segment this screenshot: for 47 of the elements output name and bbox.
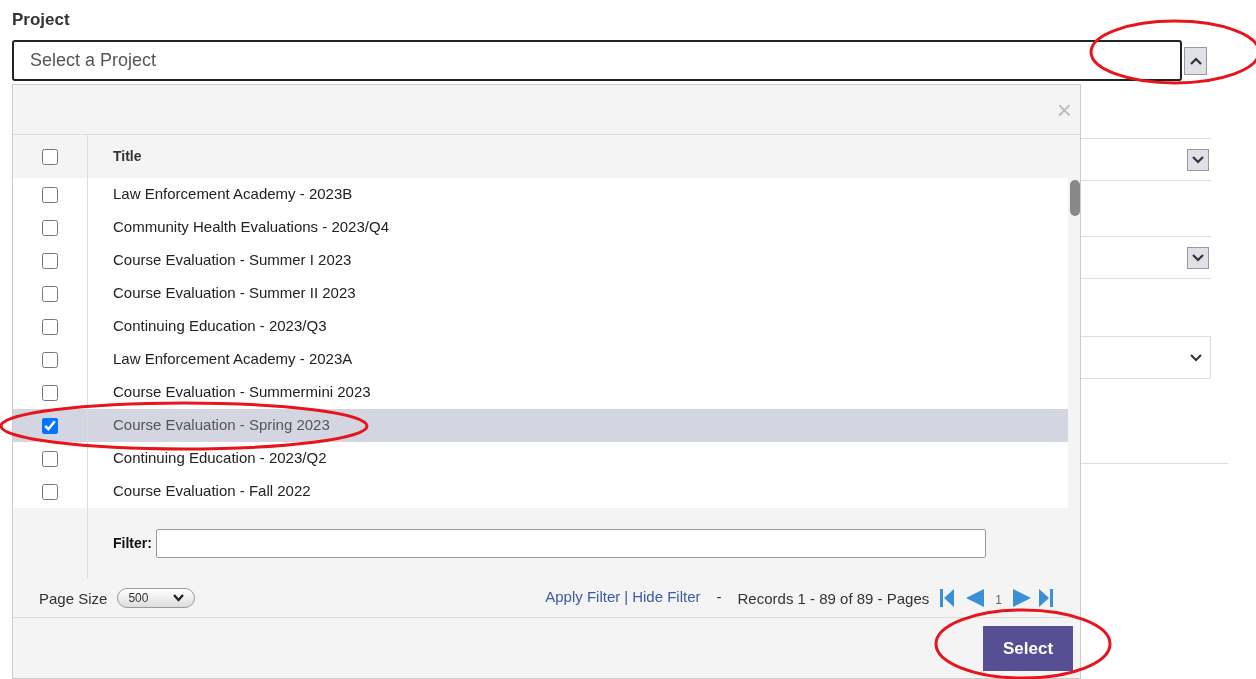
dropdown-toggle-button[interactable] — [1184, 46, 1207, 75]
row-title[interactable]: Law Enforcement Academy - 2023A — [88, 348, 353, 371]
column-header: Title — [112, 147, 142, 166]
chevron-down-icon — [173, 593, 185, 602]
next-page-icon[interactable] — [1012, 587, 1032, 608]
dropdown-toggle-button[interactable] — [1187, 246, 1209, 269]
chevron-down-icon — [1192, 253, 1204, 262]
chevron-down-icon — [1192, 155, 1204, 164]
page-size-select[interactable]: 500 — [117, 587, 196, 608]
row-title[interactable]: Law Enforcement Academy - 2023B — [88, 183, 353, 206]
hide-filter-link[interactable]: Hide Filter — [632, 586, 701, 609]
project-select-field[interactable]: Select a Project — [12, 40, 1182, 81]
row-title[interactable]: Community Health Evaluations - 2023/Q4 — [88, 216, 389, 239]
row-title[interactable]: Course Evaluation - Summermini 2023 — [88, 381, 371, 404]
row-checkbox[interactable] — [42, 351, 58, 368]
row-checkbox[interactable] — [42, 219, 58, 236]
previous-page-icon[interactable] — [965, 587, 986, 608]
select-all-checkbox[interactable] — [42, 148, 58, 165]
row-checkbox[interactable] — [42, 285, 58, 302]
link-separator: | — [624, 587, 629, 608]
selected-row-highlight[interactable]: Course Evaluation - Spring 2023 — [13, 409, 1068, 442]
page-number: 1 — [995, 591, 1002, 609]
row-checkbox[interactable] — [42, 252, 58, 269]
separator-dash: - — [716, 587, 722, 608]
row-checkbox[interactable] — [42, 384, 58, 401]
last-page-icon[interactable] — [1038, 587, 1054, 608]
row-checkbox[interactable] — [42, 450, 58, 467]
chevron-down-icon — [1190, 353, 1202, 362]
row-title[interactable]: Continuing Education - 2023/Q2 — [88, 447, 327, 470]
apply-filter-link[interactable]: Apply Filter — [545, 586, 621, 609]
dropdown-toggle-button[interactable] — [1187, 148, 1209, 171]
row-title[interactable]: Course Evaluation - Summer I 2023 — [88, 249, 352, 272]
row-title[interactable]: Course Evaluation - Fall 2022 — [88, 480, 311, 503]
row-checkbox[interactable] — [42, 417, 58, 434]
row-title[interactable]: Course Evaluation - Spring 2023 — [88, 414, 330, 437]
row-checkbox[interactable] — [42, 318, 58, 335]
field-label: Project — [12, 9, 71, 31]
filter-label: Filter: — [113, 533, 152, 553]
filter-field[interactable] — [155, 528, 986, 558]
row-title[interactable]: Course Evaluation - Summer II 2023 — [88, 282, 356, 305]
row-title[interactable]: Continuing Education - 2023/Q3 — [88, 315, 327, 338]
records-summary: Records 1 - 89 of 89 - Pages — [737, 589, 930, 610]
first-page-icon[interactable] — [939, 587, 956, 608]
page-size-label: Page Size — [39, 589, 108, 610]
row-checkbox[interactable] — [42, 186, 58, 203]
select-button[interactable]: Select — [983, 626, 1073, 671]
row-checkbox[interactable] — [42, 483, 58, 500]
